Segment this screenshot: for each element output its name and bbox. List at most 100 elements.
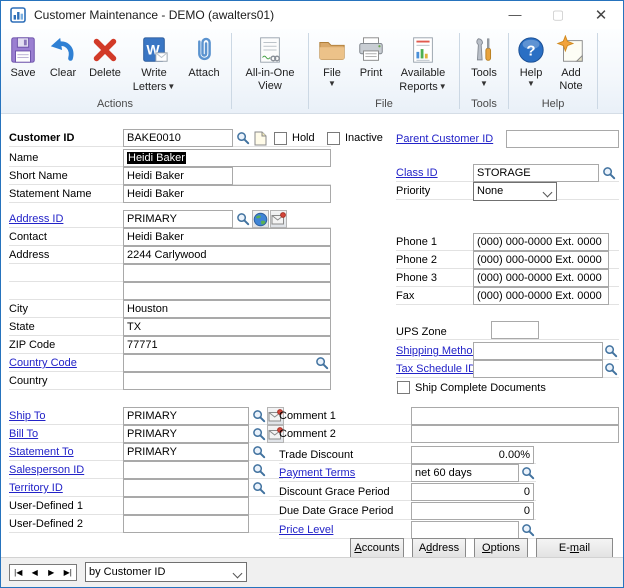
salesperson-lookup-button[interactable]: [250, 461, 267, 479]
ups-zone-field[interactable]: [491, 321, 539, 339]
country-code-lookup-button[interactable]: [313, 354, 330, 372]
tools-button[interactable]: Tools▼: [464, 32, 504, 90]
payment-terms-field[interactable]: net 60 days: [411, 464, 519, 482]
phone3-field[interactable]: (000) 000-0000 Ext. 0000: [473, 269, 609, 287]
shipping-method-link[interactable]: Shipping Method: [396, 342, 479, 360]
magnifier-icon: [521, 466, 535, 480]
attach-button[interactable]: Attach: [181, 32, 227, 82]
customer-note-button[interactable]: [252, 129, 269, 147]
address-line3-field[interactable]: [123, 282, 331, 300]
tax-schedule-id-field[interactable]: [473, 360, 603, 378]
priority-select[interactable]: None: [473, 182, 557, 201]
address-button[interactable]: Address: [412, 538, 466, 559]
territory-lookup-button[interactable]: [250, 479, 267, 497]
salesperson-id-link[interactable]: Salesperson ID: [9, 461, 84, 479]
accounts-button[interactable]: Accounts: [350, 538, 404, 559]
write-letters-button[interactable]: W Write Letters▼: [127, 32, 181, 96]
bill-to-link[interactable]: Bill To: [9, 425, 38, 443]
territory-id-field[interactable]: [123, 479, 249, 497]
price-level-field[interactable]: [411, 521, 519, 539]
user-defined-2-field[interactable]: [123, 515, 249, 533]
tax-schedule-id-link[interactable]: Tax Schedule ID: [396, 360, 476, 378]
user-defined-1-field[interactable]: [123, 497, 249, 515]
zip-code-field[interactable]: 77771: [123, 336, 331, 354]
country-field[interactable]: [123, 372, 331, 390]
ship-complete-checkbox[interactable]: [397, 381, 410, 394]
ribbon-toolbar: Save Clear Delete W: [1, 29, 623, 114]
parent-customer-id-link[interactable]: Parent Customer ID: [396, 130, 493, 148]
options-button[interactable]: Options: [474, 538, 528, 559]
address-id-lookup-button[interactable]: [234, 210, 251, 228]
bill-to-lookup-button[interactable]: [250, 425, 267, 443]
trade-discount-field[interactable]: 0.00%: [411, 446, 534, 464]
bill-to-field[interactable]: PRIMARY: [123, 425, 249, 443]
customer-id-field[interactable]: BAKE0010: [123, 129, 233, 147]
phone2-field[interactable]: (000) 000-0000 Ext. 0000: [473, 251, 609, 269]
nav-last-button[interactable]: ▶|: [60, 565, 77, 580]
hold-checkbox[interactable]: [274, 132, 287, 145]
all-in-one-view-button[interactable]: All-in-One View: [236, 32, 304, 95]
class-id-lookup-button[interactable]: [600, 164, 617, 182]
payment-terms-lookup-button[interactable]: [519, 464, 536, 482]
address-id-field[interactable]: PRIMARY: [123, 210, 233, 228]
statement-name-field[interactable]: Heidi Baker: [123, 185, 331, 203]
write-letter-button[interactable]: [270, 210, 287, 228]
short-name-field[interactable]: Heidi Baker: [123, 167, 233, 185]
price-level-link[interactable]: Price Level: [279, 521, 333, 539]
due-date-grace-field[interactable]: 0: [411, 502, 534, 520]
help-button[interactable]: ? Help▼: [513, 32, 549, 90]
nav-previous-button[interactable]: ◀: [27, 565, 44, 580]
contact-field[interactable]: Heidi Baker: [123, 228, 331, 246]
statement-to-lookup-button[interactable]: [250, 443, 267, 461]
shipping-method-field[interactable]: [473, 342, 603, 360]
class-id-link[interactable]: Class ID: [396, 164, 438, 182]
map-button[interactable]: [252, 210, 269, 228]
magnifier-icon: [252, 445, 266, 459]
customer-id-lookup-button[interactable]: [234, 129, 251, 147]
city-field[interactable]: Houston: [123, 300, 331, 318]
statement-to-field[interactable]: PRIMARY: [123, 443, 249, 461]
state-field[interactable]: TX: [123, 318, 331, 336]
ship-to-lookup-button[interactable]: [250, 407, 267, 425]
available-reports-button[interactable]: Available Reports▼: [391, 32, 455, 96]
fax-field[interactable]: (000) 000-0000 Ext. 0000: [473, 287, 609, 305]
clear-button[interactable]: Clear: [43, 32, 83, 82]
print-label: Print: [360, 67, 383, 80]
tax-schedule-lookup-button[interactable]: [602, 360, 619, 378]
country-code-link[interactable]: Country Code: [9, 354, 77, 372]
territory-id-link[interactable]: Territory ID: [9, 479, 63, 497]
parent-customer-id-field[interactable]: [506, 130, 619, 148]
inactive-checkbox[interactable]: [327, 132, 340, 145]
name-field[interactable]: Heidi Baker: [123, 149, 331, 167]
address-line2-field[interactable]: [123, 264, 331, 282]
salesperson-id-field[interactable]: [123, 461, 249, 479]
add-note-button[interactable]: Add Note: [549, 32, 593, 95]
price-level-lookup-button[interactable]: [519, 521, 536, 539]
class-id-field[interactable]: STORAGE: [473, 164, 599, 182]
address-line1-field[interactable]: 2244 Carlywood: [123, 246, 331, 264]
phone1-field[interactable]: (000) 000-0000 Ext. 0000: [473, 233, 609, 251]
ship-to-link[interactable]: Ship To: [9, 407, 46, 425]
payment-terms-link[interactable]: Payment Terms: [279, 464, 355, 482]
statement-to-link[interactable]: Statement To: [9, 443, 74, 461]
print-button[interactable]: Print: [351, 32, 391, 82]
address-id-link[interactable]: Address ID: [9, 210, 63, 228]
close-button[interactable]: ✕: [581, 1, 621, 28]
nav-next-button[interactable]: ▶: [43, 565, 60, 580]
comment2-field[interactable]: [411, 425, 619, 443]
email-button[interactable]: E-mail: [536, 538, 613, 559]
save-button[interactable]: Save: [3, 32, 43, 82]
country-code-field[interactable]: [123, 354, 331, 372]
toolbar-group-file: File▼ Print Available Reports▼ File: [311, 29, 457, 113]
file-button[interactable]: File▼: [313, 32, 351, 90]
ship-to-field[interactable]: PRIMARY: [123, 407, 249, 425]
magnifier-icon: [252, 409, 266, 423]
sort-by-select[interactable]: by Customer ID: [85, 562, 247, 582]
discount-grace-field[interactable]: 0: [411, 483, 534, 501]
delete-button[interactable]: Delete: [83, 32, 127, 82]
comment1-field[interactable]: [411, 407, 619, 425]
nav-first-button[interactable]: |◀: [10, 565, 27, 580]
shipping-method-lookup-button[interactable]: [602, 342, 619, 360]
write-letters-icon: W: [139, 34, 169, 66]
minimize-button[interactable]: —: [495, 1, 535, 28]
